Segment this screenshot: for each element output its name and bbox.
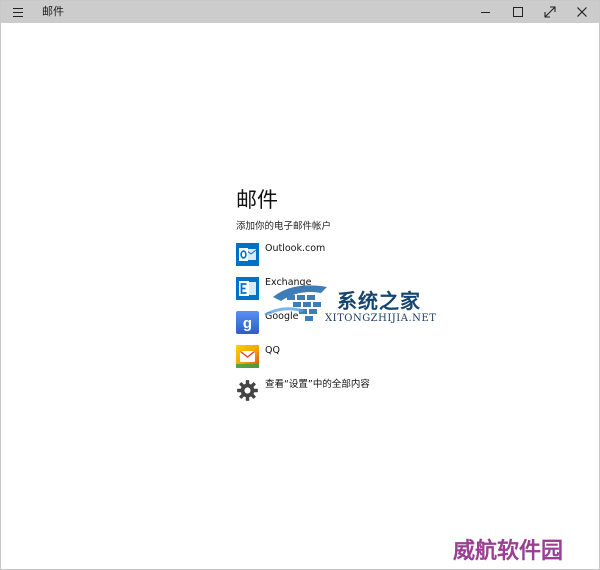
svg-text:g: g bbox=[243, 315, 252, 332]
maximize-button[interactable] bbox=[502, 1, 534, 23]
exchange-icon bbox=[236, 277, 259, 300]
outlook-icon bbox=[236, 243, 259, 266]
add-account-panel: 邮件 添加你的电子邮件帐户 Outlook.com Exchange g Goo… bbox=[236, 187, 496, 401]
title-bar[interactable]: 邮件 bbox=[1, 1, 599, 23]
hamburger-menu-icon[interactable] bbox=[13, 8, 23, 17]
view-all-settings-label: 查看“设置”中的全部内容 bbox=[265, 379, 370, 390]
watermark-site-url: XITONGZHIJIA.NET bbox=[325, 313, 437, 324]
mail-app-window: 邮件 邮件 添加你的电子邮件帐户 Outlook.com Exchange g … bbox=[0, 0, 600, 570]
window-title: 邮件 bbox=[42, 5, 64, 18]
add-account-subtitle: 添加你的电子邮件帐户 bbox=[236, 221, 332, 232]
watermark-site-name: 系统之家 bbox=[337, 289, 421, 313]
qq-mail-icon bbox=[236, 345, 259, 368]
account-label-qq: QQ bbox=[265, 345, 280, 356]
close-icon bbox=[577, 7, 587, 17]
fullscreen-icon bbox=[544, 6, 556, 18]
corner-watermark: 威航软件园 bbox=[453, 538, 564, 564]
close-button[interactable] bbox=[566, 1, 598, 23]
fullscreen-button[interactable] bbox=[534, 1, 566, 23]
google-icon: g bbox=[236, 311, 259, 334]
page-title: 邮件 bbox=[236, 188, 278, 212]
account-label-outlook: Outlook.com bbox=[265, 243, 326, 254]
minimize-button[interactable] bbox=[470, 1, 502, 23]
gear-icon bbox=[237, 380, 258, 401]
